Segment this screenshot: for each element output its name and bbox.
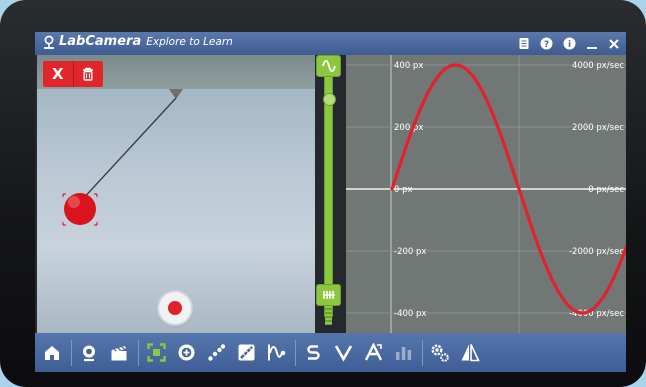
timeline-slider[interactable] — [315, 55, 342, 333]
frames-icon — [322, 291, 335, 299]
toolbar-divider — [71, 339, 72, 366]
graph-icon[interactable] — [265, 342, 287, 364]
delete-toolbar: X — [43, 61, 103, 87]
notebook-icon[interactable] — [518, 35, 530, 54]
lab-user-icon — [44, 35, 54, 49]
webcam-icon[interactable] — [78, 342, 100, 364]
right-tick-label: 4000 px/sec — [572, 61, 624, 71]
trash-icon — [83, 67, 94, 81]
clear-track-button[interactable]: X — [43, 61, 74, 87]
tablet-bezel: LabCamera Explore to Learn ? i X 400 px … — [0, 0, 646, 387]
wave-view-button[interactable] — [316, 55, 341, 77]
velocity-icon[interactable] — [332, 342, 354, 364]
clapperboard-icon[interactable] — [108, 342, 130, 364]
settings-icon[interactable] — [429, 342, 451, 364]
acceleration-icon[interactable] — [362, 342, 384, 364]
record-icon — [168, 301, 182, 315]
left-tick-label: 200 px — [394, 123, 423, 133]
ruler-icon[interactable] — [235, 342, 257, 364]
calibrate-icon[interactable] — [459, 342, 481, 364]
minimize-icon[interactable] — [586, 35, 598, 54]
right-tick-label: 0 px/sec — [588, 185, 624, 195]
svg-text:?: ? — [544, 40, 549, 50]
left-tick-label: 400 px — [394, 61, 423, 71]
path-icon[interactable] — [302, 342, 324, 364]
bottom-toolbar — [35, 333, 626, 372]
pivot-cone — [169, 89, 183, 99]
title-bar: LabCamera Explore to Learn ? i — [35, 32, 626, 55]
app-tagline: Explore to Learn — [146, 35, 233, 48]
toolbar-divider — [422, 339, 423, 366]
right-tick-label: -2000 px/sec — [569, 247, 624, 257]
help-icon[interactable]: ? — [540, 35, 553, 54]
record-button[interactable] — [159, 292, 191, 324]
pendulum-bob[interactable] — [62, 193, 98, 226]
home-icon[interactable] — [41, 342, 63, 364]
camera-view[interactable]: X — [37, 55, 315, 333]
trash-button[interactable] — [74, 61, 104, 87]
tracker-icon[interactable] — [205, 342, 227, 364]
close-icon[interactable] — [608, 35, 620, 54]
slider-rail — [324, 71, 333, 317]
sine-wave-icon — [321, 60, 336, 72]
position-velocity-graph: 400 px 200 px 0 px -200 px -400 px 4000 px/se… — [346, 55, 626, 333]
toolbar-divider — [295, 339, 296, 366]
left-tick-label: -200 px — [394, 247, 426, 257]
right-tick-label: 2000 px/sec — [572, 123, 624, 133]
pendulum-string — [79, 97, 177, 203]
bar-chart-icon[interactable] — [392, 342, 414, 364]
graph-panel[interactable]: 400 px 200 px 0 px -200 px -400 px 4000 px/se… — [346, 55, 626, 333]
frames-view-button[interactable] — [316, 284, 341, 306]
info-icon[interactable]: i — [563, 35, 576, 54]
toolbar-divider — [138, 339, 139, 366]
slider-handle[interactable] — [323, 93, 336, 106]
crosshair-icon[interactable] — [175, 342, 197, 364]
app-name: LabCamera — [59, 34, 142, 49]
app-window: LabCamera Explore to Learn ? i X 400 px … — [35, 32, 626, 372]
left-tick-label: 0 px — [394, 185, 413, 195]
svg-text:i: i — [568, 40, 571, 50]
select-region-icon[interactable] — [145, 342, 167, 364]
app-logo: LabCamera Explore to Learn — [43, 34, 233, 49]
slider-grip[interactable] — [325, 308, 332, 325]
left-tick-label: -400 px — [394, 309, 426, 319]
